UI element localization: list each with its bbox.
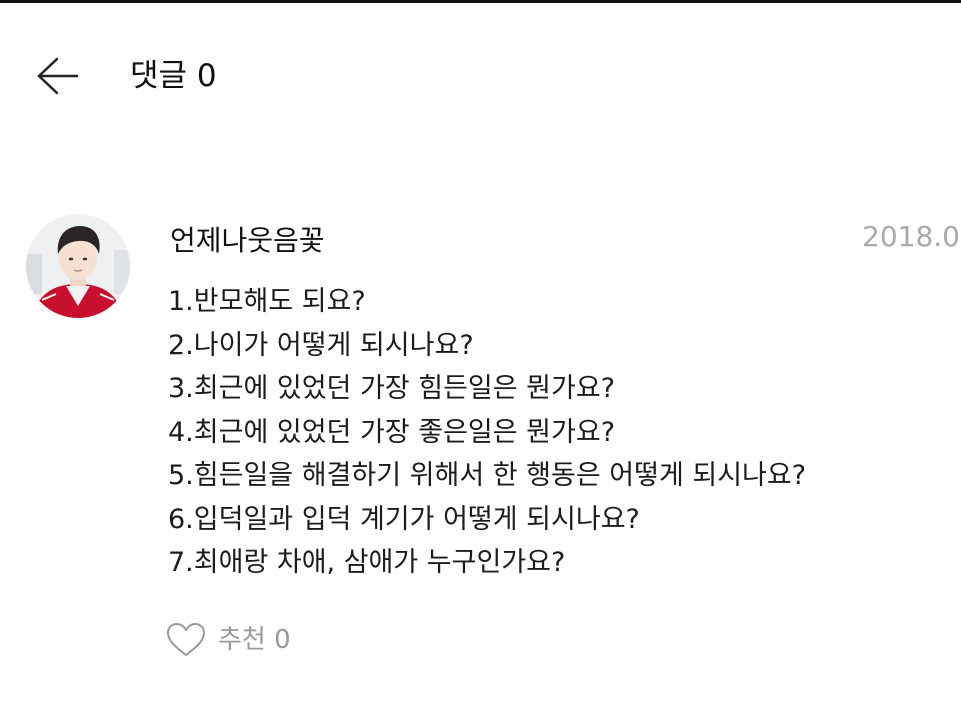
arrow-left-icon	[37, 57, 79, 95]
comments-header: 댓글 0	[0, 40, 961, 112]
heart-outline-icon	[167, 623, 205, 656]
comment-line-4: 4.최근에 있었던 가장 좋은일은 뭔가요?	[168, 416, 616, 448]
avatar[interactable]	[26, 214, 130, 318]
comment-line-1: 1.반모해도 되요?	[168, 286, 366, 317]
page-title: 댓글 0	[130, 58, 217, 94]
comment-line-7: 7.최애랑 차애, 삼애가 누구인가요?	[168, 547, 566, 578]
avatar-photo	[26, 214, 130, 318]
back-button[interactable]	[30, 54, 84, 98]
comment-timestamp: 2018.0	[862, 220, 960, 253]
comment-author[interactable]: 언제나웃음꽃	[170, 224, 325, 258]
like-button[interactable]: 추천 0	[166, 622, 291, 658]
like-row: 추천 0	[166, 620, 291, 660]
top-edge-bar	[0, 0, 961, 3]
like-count-label: 추천 0	[218, 625, 291, 655]
comment-line-2: 2.나이가 어떻게 되시나요?	[168, 329, 474, 361]
comment-line-6: 6.입덕일과 입덕 계기가 어떻게 되시나요?	[168, 503, 640, 535]
comment-line-5: 5.힘든일을 해결하기 위해서 한 행동은 어떻게 되시나요?	[168, 460, 807, 491]
comment-body: 1.반모해도 되요? 2.나이가 어떻게 되시나요? 3.최근에 있었던 가장 …	[168, 280, 806, 585]
comment-line-3: 3.최근에 있었던 가장 힘든일은 뭔가요?	[168, 373, 616, 404]
comment-item: 언제나웃음꽃 2018.0 1.반모해도 되요? 2.나이가 어떻게 되시나요?…	[0, 210, 961, 690]
